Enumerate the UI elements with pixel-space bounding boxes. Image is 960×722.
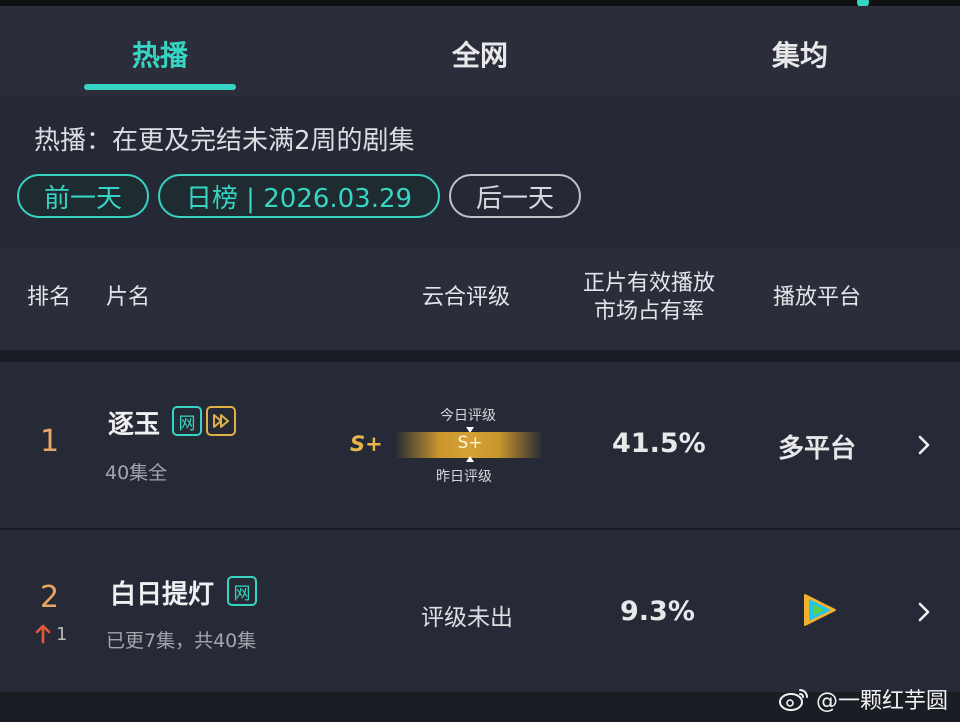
date-selector-button[interactable]: 日榜 | 2026.03.29 — [158, 174, 440, 218]
drama-title: 白日提灯 — [110, 580, 215, 610]
filter-panel: 热播：在更及完结未满2周的剧集 前一天 日榜 | 2026.03.29 后一天 — [0, 96, 960, 248]
tab-episode-average-label: 集均 — [771, 39, 828, 72]
prev-day-button[interactable]: 前一天 — [17, 174, 149, 218]
yesterday-grade: S+ — [350, 432, 383, 456]
weibo-icon — [779, 689, 808, 711]
ranking-description: 热播：在更及完结未满2周的剧集 — [34, 126, 415, 156]
web-drama-badge: 网 — [172, 406, 202, 436]
episode-info: 已更7集，共40集 — [106, 630, 257, 652]
header-share-line2: 市场占有率 — [594, 299, 705, 324]
rank-number: 2 — [40, 580, 60, 615]
header-rating: 云合评级 — [422, 285, 511, 310]
table-header: 排名 片名 云合评级 正片有效播放 市场占有率 播放平台 — [0, 248, 960, 350]
market-share: 41.5% — [612, 428, 706, 459]
fast-forward-icon — [206, 406, 236, 436]
drama-title: 逐玉 — [108, 410, 161, 440]
tab-episode-average[interactable]: 集均 — [640, 6, 960, 96]
prev-day-label: 前一天 — [43, 183, 122, 214]
yesterday-grade-label: 昨日评级 — [436, 469, 492, 485]
rank-number: 1 — [40, 424, 60, 459]
next-day-label: 后一天 — [475, 183, 554, 214]
header-share-line1: 正片有效播放 — [583, 271, 716, 296]
weibo-username: @一颗红芋圆 — [816, 689, 949, 714]
header-rank: 排名 — [27, 285, 72, 310]
rank-up-arrow-icon — [35, 624, 51, 644]
tencent-video-icon — [804, 594, 836, 626]
tab-bar: 热播 全网 集均 — [0, 6, 960, 96]
yesterday-pointer-icon — [466, 456, 474, 462]
market-share: 9.3% — [620, 596, 695, 627]
active-tab-underline — [84, 84, 236, 90]
header-platform: 播放平台 — [773, 285, 862, 310]
chevron-right-icon[interactable] — [913, 601, 935, 623]
chevron-right-icon[interactable] — [913, 434, 935, 456]
rank-change: 1 — [56, 624, 68, 645]
weibo-watermark: @一颗红芋圆 — [778, 684, 948, 714]
tab-all-network-label: 全网 — [451, 39, 508, 72]
rating-status: 评级未出 — [421, 605, 513, 631]
web-drama-badge: 网 — [227, 576, 257, 606]
tab-hot[interactable]: 热播 — [0, 6, 320, 96]
tab-all-network[interactable]: 全网 — [320, 6, 640, 96]
date-label: 日榜 | 2026.03.29 — [185, 183, 413, 214]
header-title: 片名 — [106, 285, 151, 310]
web-drama-badge-text: 网 — [178, 413, 196, 434]
today-grade-label: 今日评级 — [440, 408, 496, 424]
platform-label: 多平台 — [778, 434, 857, 464]
episode-info: 40集全 — [105, 462, 168, 484]
next-day-button[interactable]: 后一天 — [449, 174, 581, 218]
today-grade: S+ — [457, 433, 483, 453]
web-drama-badge-text: 网 — [233, 583, 251, 604]
